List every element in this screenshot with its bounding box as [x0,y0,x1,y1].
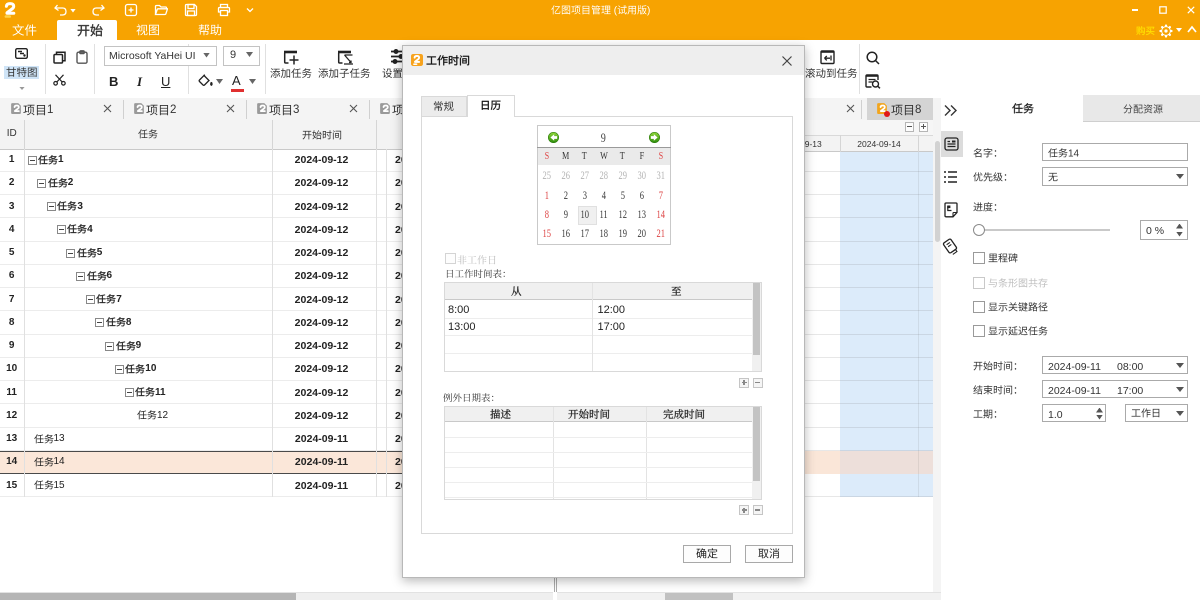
svg-text:(: ( [611,5,618,16]
svg-text:14: 14 [1068,148,1080,159]
svg-text:): ) [647,5,650,16]
